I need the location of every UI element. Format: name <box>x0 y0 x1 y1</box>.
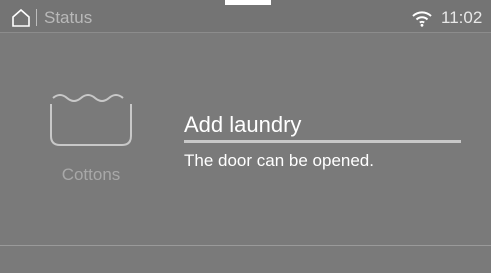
clock: 11:02 <box>441 8 483 27</box>
wash-tub-icon <box>50 94 132 146</box>
status-separator <box>36 9 37 26</box>
program-label: Cottons <box>61 165 121 184</box>
status-bar: Status 11:02 <box>0 0 491 33</box>
home-icon[interactable] <box>11 8 31 27</box>
status-title: Status <box>44 8 93 27</box>
wifi-icon <box>412 11 432 27</box>
headline-underline <box>184 140 461 143</box>
message-headline: Add laundry <box>184 112 302 137</box>
message-detail: The door can be opened. <box>184 151 374 170</box>
bottom-divider <box>0 245 491 246</box>
top-notch-indicator <box>225 0 271 5</box>
